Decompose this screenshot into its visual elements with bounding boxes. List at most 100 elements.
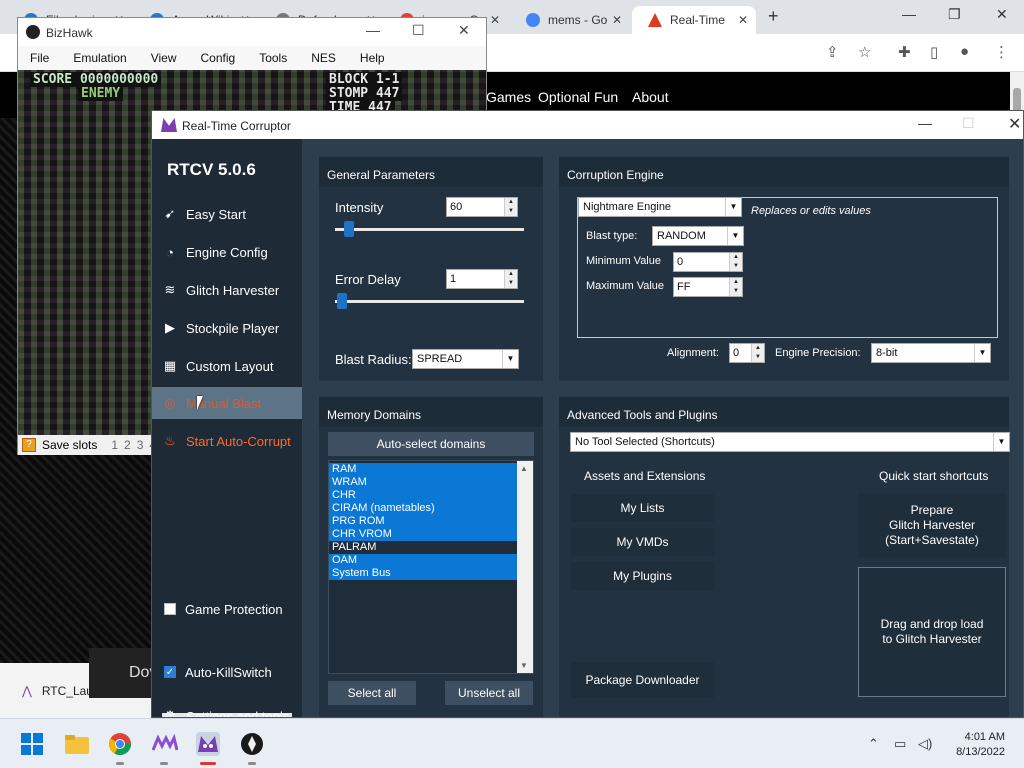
auto-killswitch-checkbox[interactable]: ✓ — [164, 666, 176, 678]
nav-games[interactable]: Games — [486, 89, 531, 105]
tab-close-icon[interactable]: ✕ — [490, 13, 500, 27]
windows-start-icon[interactable] — [20, 732, 44, 756]
engine-precision-select[interactable]: 8-bit ▼ — [871, 343, 991, 363]
sidebar-item-custom-layout[interactable]: ▦ Custom Layout — [152, 350, 302, 382]
spinner-arrows-icon[interactable]: ▲ ▼ — [504, 270, 517, 288]
game-protection-toggle[interactable]: Game Protection — [152, 593, 302, 625]
spinner-arrows-icon[interactable]: ▲ ▼ — [504, 198, 517, 216]
hud-score: SCORE 0000000000 — [30, 72, 162, 87]
save-slot-3[interactable]: 3 — [137, 438, 144, 452]
sidebar-item-glitch-harvester[interactable]: ≋ Glitch Harvester — [152, 274, 302, 306]
my-lists-button[interactable]: My Lists — [571, 494, 714, 522]
save-slot-1[interactable]: 1 — [111, 438, 118, 452]
menu-view[interactable]: View — [139, 46, 189, 70]
intensity-slider[interactable] — [335, 221, 524, 237]
auto-select-domains-button[interactable]: Auto-select domains — [328, 432, 534, 456]
list-item[interactable]: OAM — [329, 554, 517, 567]
browser-tab-5[interactable]: mems - Go ✕ — [510, 6, 630, 34]
close-icon[interactable]: ✕ — [996, 6, 1008, 23]
intensity-slider-thumb[interactable] — [343, 221, 354, 237]
unselect-all-button[interactable]: Unselect all — [445, 681, 533, 705]
bizhawk-taskbar-icon[interactable] — [240, 732, 264, 756]
sidebar-item-manual-blast[interactable]: ◎ Manual Blast — [152, 387, 302, 419]
extensions-icon[interactable]: ✚ — [898, 43, 911, 61]
save-slot-2[interactable]: 2 — [124, 438, 131, 452]
share-icon[interactable]: ⇪ — [826, 43, 839, 61]
minimize-icon[interactable]: — — [902, 6, 916, 22]
file-explorer-icon[interactable] — [64, 732, 89, 756]
menu-tools[interactable]: Tools — [247, 46, 299, 70]
engine-select[interactable]: Nightmare Engine ▼ — [578, 197, 742, 217]
tab-close-icon[interactable]: ✕ — [612, 13, 622, 27]
volume-icon[interactable]: ◁) — [918, 736, 932, 752]
rtc-launcher-icon[interactable] — [151, 732, 179, 756]
minimum-value-input[interactable]: 0 ▲ ▼ — [673, 252, 743, 272]
list-item[interactable]: CHR — [329, 489, 517, 502]
menu-nes[interactable]: NES — [299, 46, 348, 70]
spinner-arrows-icon[interactable]: ▲ ▼ — [729, 253, 742, 271]
sidebar-item-engine-config[interactable]: ◔ Engine Config — [152, 236, 302, 268]
menu-dots-icon[interactable]: ⋮ — [994, 43, 1009, 61]
error-delay-slider[interactable] — [335, 293, 524, 309]
side-panel-icon[interactable]: ▯ — [930, 43, 938, 61]
rtc-titlebar[interactable]: Real-Time Corruptor — ☐ ✕ — [152, 111, 1023, 139]
profile-icon[interactable]: ● — [960, 43, 969, 60]
star-icon[interactable]: ☆ — [858, 43, 871, 61]
rtc-app-icon[interactable] — [196, 732, 220, 756]
memory-domain-list[interactable]: RAM WRAM CHR CIRAM (nametables) PRG ROM … — [328, 460, 534, 674]
my-vmds-button[interactable]: My VMDs — [571, 528, 714, 556]
game-protection-checkbox[interactable] — [164, 603, 176, 615]
minimize-icon[interactable]: — — [366, 22, 380, 38]
error-delay-slider-thumb[interactable] — [336, 293, 347, 309]
blast-type-select[interactable]: RANDOM ▼ — [652, 226, 744, 246]
sidebar-item-easy-start[interactable]: ➹ Easy Start — [152, 198, 302, 230]
list-scrollbar[interactable]: ▲ ▼ — [517, 461, 533, 673]
menu-help[interactable]: Help — [348, 46, 397, 70]
bizhawk-titlebar[interactable]: BizHawk — ☐ ✕ — [18, 18, 486, 46]
menu-file[interactable]: File — [18, 46, 61, 70]
drag-drop-glitch-harvester-zone[interactable]: Drag and drop load to Glitch Harvester — [858, 567, 1006, 697]
list-item[interactable]: PRG ROM — [329, 515, 517, 528]
browser-tab-6-active[interactable]: Real-Time ✕ — [632, 6, 756, 34]
restore-icon[interactable]: ❐ — [948, 6, 961, 23]
sidebar-item-settings[interactable]: ⚙ Settings and tools — [152, 700, 302, 718]
list-item[interactable]: PALRAM — [329, 541, 517, 554]
close-icon[interactable]: ✕ — [458, 22, 470, 39]
auto-killswitch-toggle[interactable]: ✓ Auto-KillSwitch — [152, 656, 302, 688]
scroll-down-icon[interactable]: ▼ — [520, 661, 528, 670]
new-tab-icon[interactable]: + — [768, 6, 779, 27]
gear-icon: ⚙ — [164, 708, 176, 718]
sidebar-item-start-auto-corrupt[interactable]: ♨ Start Auto-Corrupt — [152, 425, 302, 457]
list-item[interactable]: CIRAM (nametables) — [329, 502, 517, 515]
menu-emulation[interactable]: Emulation — [61, 46, 138, 70]
nav-about[interactable]: About — [632, 89, 669, 105]
intensity-input[interactable]: 60 ▲ ▼ — [446, 197, 518, 217]
list-item[interactable]: CHR VROM — [329, 528, 517, 541]
spinner-arrows-icon[interactable]: ▲ ▼ — [729, 278, 742, 296]
maximum-value-input[interactable]: FF ▲ ▼ — [673, 277, 743, 297]
minimize-icon[interactable]: — — [918, 115, 932, 131]
tab-close-icon[interactable]: ✕ — [738, 13, 748, 27]
list-item[interactable]: System Bus — [329, 567, 517, 580]
system-clock[interactable]: 4:01 AM 8/13/2022 — [956, 730, 1005, 760]
list-item[interactable]: RAM — [329, 463, 517, 476]
sidebar-item-stockpile-player[interactable]: ▶ Stockpile Player — [152, 312, 302, 344]
close-icon[interactable]: ✕ — [1008, 114, 1021, 134]
menu-config[interactable]: Config — [189, 46, 248, 70]
maximize-icon[interactable]: ☐ — [412, 22, 425, 39]
package-downloader-button[interactable]: Package Downloader — [571, 662, 714, 698]
blast-radius-select[interactable]: SPREAD ▼ — [412, 349, 519, 369]
chrome-icon[interactable] — [108, 732, 132, 756]
error-delay-input[interactable]: 1 ▲ ▼ — [446, 269, 518, 289]
alignment-input[interactable]: 0 ▲ ▼ — [729, 343, 765, 363]
network-icon[interactable]: ▭ — [894, 736, 906, 752]
spinner-arrows-icon[interactable]: ▲ ▼ — [751, 344, 764, 362]
my-plugins-button[interactable]: My Plugins — [571, 562, 714, 590]
nav-optional-fun[interactable]: Optional Fun — [538, 89, 618, 105]
scroll-up-icon[interactable]: ▲ — [520, 464, 528, 473]
chevron-up-icon[interactable]: ⌃ — [868, 736, 879, 752]
list-item[interactable]: WRAM — [329, 476, 517, 489]
select-all-button[interactable]: Select all — [328, 681, 416, 705]
tool-select[interactable]: No Tool Selected (Shortcuts) ▼ — [570, 432, 1010, 452]
prepare-glitch-harvester-button[interactable]: Prepare Glitch Harvester (Start+Savestat… — [858, 493, 1006, 557]
